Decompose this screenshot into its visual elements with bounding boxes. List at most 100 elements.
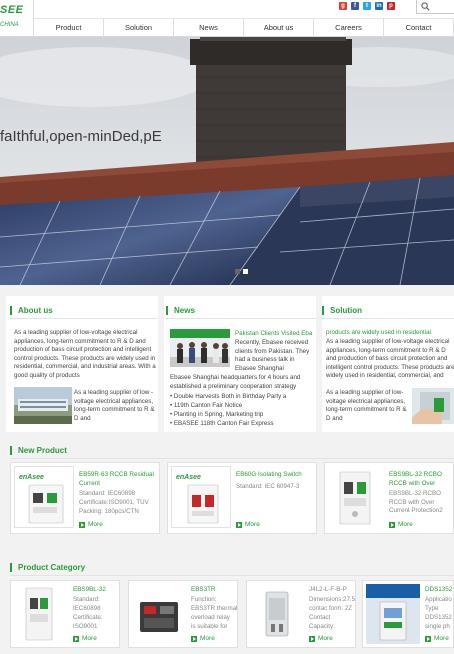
logo-subtext: CHINA	[0, 22, 19, 28]
news-summary-top: Recently, Ebasee received clients from P…	[235, 339, 310, 372]
logo[interactable]: SEE CHINA	[0, 0, 34, 37]
nav-item-about-us[interactable]: About us	[244, 19, 314, 37]
category-image[interactable]	[14, 584, 64, 644]
product-image[interactable]: enAsee	[171, 466, 231, 528]
product-line: Standard: IEC60898	[79, 490, 136, 497]
brand-logo: enAsee	[19, 474, 44, 481]
about-us-intro: As a leading supplier of low-voltage ele…	[14, 329, 156, 379]
divider	[10, 318, 158, 319]
facebook-icon[interactable]: f	[351, 2, 359, 10]
category-image[interactable]	[366, 584, 420, 644]
product-image[interactable]	[328, 466, 382, 528]
category-line: ISO9001	[73, 623, 98, 630]
more-link[interactable]: More	[191, 635, 215, 642]
banner-dot-2[interactable]	[243, 269, 248, 274]
pinterest-icon[interactable]: p	[387, 2, 395, 10]
category-card[interactable]: J4L2-L-F-B-P Dimensions:27.5 contac form…	[246, 580, 356, 648]
product-category-title[interactable]: Product Category	[10, 563, 85, 572]
news-section: News Pakistan Clients Visited Eba Recent…	[164, 296, 316, 432]
category-line: Capacity:	[309, 623, 335, 630]
news-summary-tail: established a preliminary cooperation st…	[170, 383, 297, 390]
about-us-title[interactable]: About us	[10, 306, 53, 315]
divider	[322, 318, 454, 319]
more-link[interactable]: More	[79, 521, 103, 528]
news-image[interactable]	[170, 329, 230, 367]
category-card[interactable]: DDS1352 Applicatio Type DDS1352 single p…	[362, 580, 454, 648]
more-link[interactable]: More	[309, 635, 333, 642]
product-title[interactable]: EB60G Isolating Switch	[236, 471, 316, 480]
news-list-item[interactable]: • Planting in Spring, Marketing trip	[170, 410, 316, 419]
social-links: g f t in p	[339, 2, 395, 10]
more-link[interactable]: More	[425, 635, 449, 642]
solution-section: Solution products are widely used in res…	[322, 296, 454, 432]
solution-image[interactable]	[412, 388, 454, 424]
news-list-item[interactable]: • 119th Canton Fair Notice	[170, 401, 316, 410]
new-product-card[interactable]: enAsee EB59R-63 RCCB Residual Current St…	[10, 462, 160, 534]
nav-item-careers[interactable]: Careers	[314, 19, 384, 37]
category-line: overload relay	[191, 614, 230, 621]
nav-item-solution[interactable]: Solution	[104, 19, 174, 37]
product-image[interactable]: enAsee	[14, 466, 74, 528]
logo-text: SEE	[0, 4, 24, 16]
nav-item-product[interactable]: Product	[34, 19, 104, 37]
nav-item-contact[interactable]: Contact	[384, 19, 454, 37]
banner-image	[0, 37, 454, 285]
banner-slogan: faIthful,open-minDed,pE	[0, 128, 162, 145]
divider	[166, 318, 316, 319]
arrow-icon	[389, 521, 395, 528]
product-line: Certificate:ISO9001, TUV	[79, 499, 149, 506]
category-title[interactable]: EBS9BL-32	[73, 586, 119, 595]
product-title[interactable]: EBS9BL-32 RCBO RCCB with Over	[389, 471, 454, 488]
linkedin-icon[interactable]: in	[375, 2, 383, 10]
product-line: Packing: 180pcs/CTN	[79, 508, 139, 515]
arrow-icon	[236, 521, 242, 528]
more-link[interactable]: More	[73, 635, 97, 642]
category-card[interactable]: EBS3TR Function: EBS3TR thermal overload…	[128, 580, 238, 648]
solution-intro: As a leading supplier of low-voltage ele…	[326, 338, 454, 379]
solution-side-text: As a leading supplier of low-voltage ele…	[326, 389, 407, 422]
new-product-card[interactable]: EBS9BL-32 RCBO RCCB with Over EBS9BL-32 …	[324, 462, 454, 534]
category-image[interactable]	[250, 584, 304, 644]
search-icon[interactable]	[421, 2, 430, 11]
news-list-item[interactable]: • EBASEE 118th Canton Fair Express	[170, 419, 316, 428]
category-line: Standard:	[73, 596, 100, 603]
category-line: DDS1352	[425, 614, 452, 621]
category-line: Type	[425, 605, 439, 612]
divider	[10, 458, 454, 459]
solution-headline-link[interactable]: products are widely used in residential	[326, 329, 454, 338]
news-list: established a preliminary cooperation st…	[170, 383, 316, 428]
category-line: is suitable for	[191, 623, 228, 630]
news-title[interactable]: News	[166, 306, 195, 315]
news-list-item[interactable]: • Double Harvests Both in Birthday Party…	[170, 392, 316, 401]
category-line: Applicatio	[425, 596, 452, 603]
google-plus-icon[interactable]: g	[339, 2, 347, 10]
nav-item-news[interactable]: News	[174, 19, 244, 37]
category-card[interactable]: EBS9BL-32 Standard: IEC60898 Certificate…	[10, 580, 120, 648]
product-line: EBS9BL-32 RCBO RCCB with Over Current Pr…	[389, 490, 443, 514]
category-title[interactable]: EBS3TR	[191, 586, 237, 595]
category-title[interactable]: J4L2-L-F-B-P	[309, 586, 355, 595]
news-summary-bottom: Ebasee Shanghai headquarters for 4 hours…	[170, 374, 301, 381]
hero-banner[interactable]: faIthful,open-minDed,pE	[0, 37, 454, 285]
arrow-icon	[191, 635, 197, 642]
more-link[interactable]: More	[236, 521, 260, 528]
new-product-card[interactable]: enAsee EB60G Isolating Switch Standard: …	[167, 462, 317, 534]
search-input[interactable]	[416, 0, 454, 14]
news-headline-link[interactable]: Pakistan Clients Visited Eba	[235, 330, 315, 339]
about-us-image[interactable]	[14, 387, 72, 424]
banner-dot-1[interactable]	[235, 269, 240, 274]
twitter-icon[interactable]: t	[363, 2, 371, 10]
site-header: SEE CHINA g f t in p Product Solution Ne…	[0, 0, 454, 37]
new-product-title[interactable]: New Product	[10, 446, 67, 455]
category-image[interactable]	[132, 584, 186, 644]
solution-title[interactable]: Solution	[322, 306, 362, 315]
category-line: Dimensions:27.5	[309, 596, 356, 603]
category-line: contac form: 2Z	[309, 605, 352, 612]
arrow-icon	[309, 635, 315, 642]
category-line: single ph	[425, 623, 450, 630]
category-line: Contact	[309, 614, 331, 621]
category-title[interactable]: DDS1352	[425, 586, 454, 595]
category-line: Function:	[191, 596, 217, 603]
product-title[interactable]: EB59R-63 RCCB Residual Current	[79, 471, 159, 488]
more-link[interactable]: More	[389, 521, 413, 528]
